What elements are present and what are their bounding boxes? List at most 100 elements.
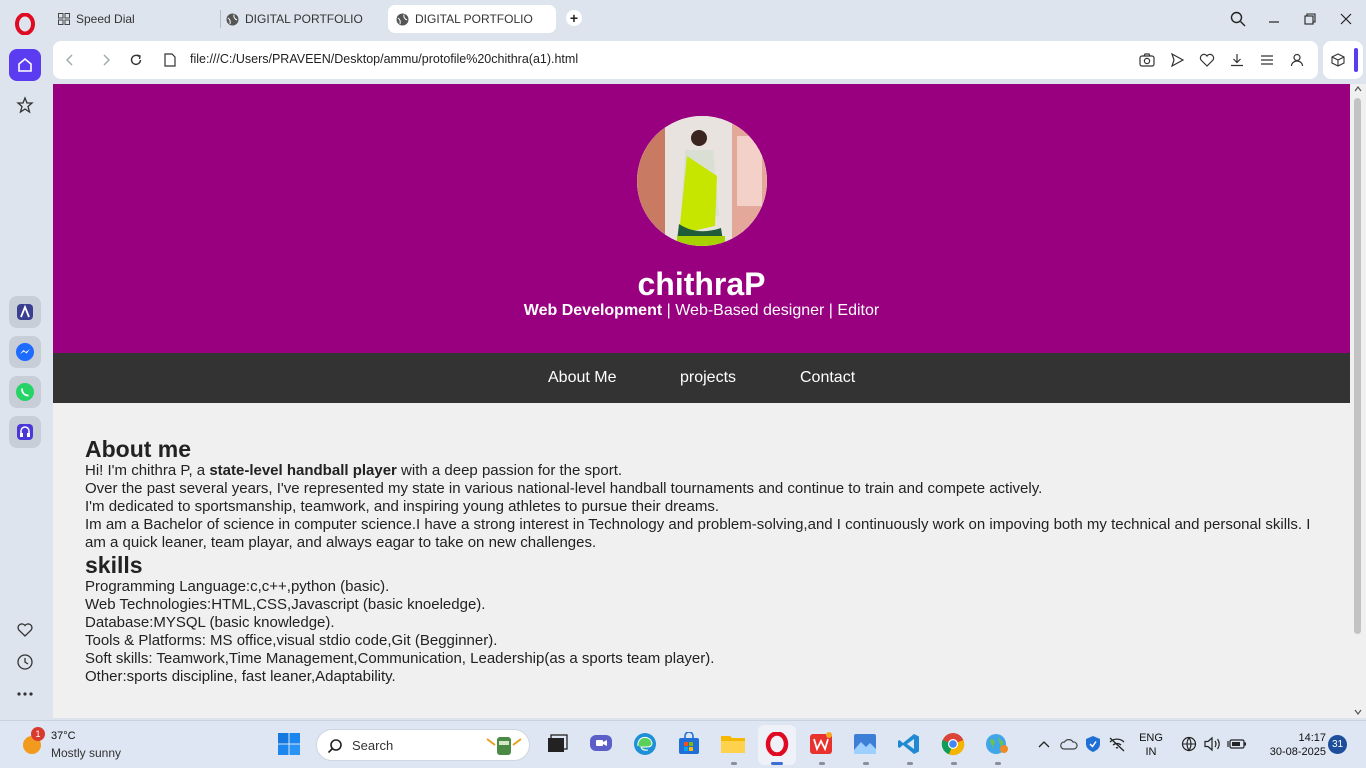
page-scrollbar[interactable] <box>1350 84 1366 718</box>
running-indicator <box>907 762 913 765</box>
page-viewport: chithraP Web Development | Web-Based des… <box>53 84 1350 718</box>
search-highlight-icon <box>486 737 522 755</box>
close-window-button[interactable] <box>1336 9 1356 29</box>
store-icon[interactable] <box>676 731 702 757</box>
globe-icon <box>396 13 409 25</box>
language-code: ENG <box>1139 732 1163 744</box>
send-icon[interactable] <box>1168 51 1186 69</box>
task-view-icon[interactable] <box>544 731 570 757</box>
about-line-1: Hi! I'm chithra P, a state-level handbal… <box>85 462 1325 480</box>
about-heading: About me <box>85 436 192 462</box>
tab-search-icon[interactable] <box>1228 9 1248 29</box>
nav-projects[interactable]: projects <box>680 369 736 387</box>
about-text: with a deep passion for the sport. <box>396 462 623 479</box>
opera-taskbar-icon[interactable] <box>764 731 790 757</box>
whatsapp-icon[interactable] <box>9 376 41 408</box>
nav-about-me[interactable]: About Me <box>548 369 616 387</box>
nav-contact[interactable]: Contact <box>800 369 855 387</box>
wps-office-icon[interactable] <box>808 731 834 757</box>
notification-count-badge[interactable]: 31 <box>1328 735 1347 754</box>
address-bar: file:///C:/Users/PRAVEEN/Desktop/ammu/pr… <box>53 41 1318 79</box>
browser-sidebar <box>0 0 50 718</box>
sidebar-toggle-indicator[interactable] <box>1354 48 1358 72</box>
running-indicator <box>863 762 869 765</box>
skill-item: Database:MYSQL (basic knowledge). <box>85 614 335 631</box>
tab-speed-dial[interactable]: Speed Dial <box>50 5 143 33</box>
file-page-icon <box>161 51 179 69</box>
file-explorer-icon[interactable] <box>720 731 746 757</box>
teams-chat-icon[interactable] <box>588 731 614 757</box>
taskbar-search-box[interactable]: Search <box>316 729 530 761</box>
minimize-button[interactable] <box>1264 9 1284 29</box>
running-indicator <box>819 762 825 765</box>
running-indicator <box>995 762 1001 765</box>
favorite-heart-icon[interactable] <box>1198 51 1216 69</box>
tab-digital-portfolio-1[interactable]: DIGITAL PORTFOLIO <box>218 5 371 33</box>
security-shield-icon[interactable] <box>1082 731 1104 757</box>
clock[interactable]: 14:17 30-08-2025 <box>1256 731 1326 759</box>
about-bold-text: state-level handball player <box>209 462 397 479</box>
messenger-icon[interactable] <box>9 336 41 368</box>
subtitle-rest: | Web-Based designer | Editor <box>662 302 880 319</box>
scroll-down-icon[interactable] <box>1354 709 1362 715</box>
weather-temp: 37°C <box>51 730 76 742</box>
language-globe-icon[interactable] <box>1178 731 1200 757</box>
scroll-thumb[interactable] <box>1354 98 1361 634</box>
skill-item: Other:sports discipline, fast leaner,Ada… <box>85 668 396 685</box>
back-icon[interactable] <box>61 51 79 69</box>
running-indicator <box>731 762 737 765</box>
page-nav-menu: About Me projects Contact <box>53 353 1350 403</box>
favorites-heart-icon[interactable] <box>9 614 41 646</box>
tab-label: Speed Dial <box>76 12 135 26</box>
battery-icon[interactable] <box>1226 731 1248 757</box>
tab-digital-portfolio-2[interactable]: DIGITAL PORTFOLIO <box>388 5 556 33</box>
language-region: IN <box>1145 746 1157 758</box>
snapshot-camera-icon[interactable] <box>1138 51 1156 69</box>
skill-item: Soft skills: Teamwork,Time Management,Co… <box>85 650 715 667</box>
about-line-4: Im am a Bachelor of science in computer … <box>85 516 1311 551</box>
weather-badge: 1 <box>31 727 45 741</box>
network-off-icon[interactable] <box>1106 731 1128 757</box>
active-indicator <box>771 762 783 765</box>
show-hidden-icons-chevron[interactable] <box>1034 731 1054 757</box>
extensions-cube-icon[interactable] <box>1329 51 1347 69</box>
opera-menu-icon[interactable] <box>9 8 41 40</box>
volume-icon[interactable] <box>1202 731 1224 757</box>
about-line-3: I'm dedicated to sportsmanship, teamwork… <box>85 498 720 515</box>
tab-label: DIGITAL PORTFOLIO <box>415 12 533 26</box>
url-text[interactable]: file:///C:/Users/PRAVEEN/Desktop/ammu/pr… <box>190 52 578 66</box>
home-icon[interactable] <box>9 49 41 81</box>
about-text: Hi! I'm chithra P, a <box>85 462 210 479</box>
speed-dial-icon <box>58 13 70 25</box>
forward-icon[interactable] <box>97 51 115 69</box>
skill-item: Web Technologies:HTML,CSS,Javascript (ba… <box>85 596 486 613</box>
weather-widget[interactable]: 1 37°C Mostly sunny <box>20 727 150 763</box>
skills-heading: skills <box>85 552 143 578</box>
download-icon[interactable] <box>1228 51 1246 69</box>
music-player-icon[interactable] <box>9 416 41 448</box>
windows-start-icon[interactable] <box>276 731 302 757</box>
onedrive-icon[interactable] <box>1058 731 1080 757</box>
page-content: About me Hi! I'm chithra P, a state-leve… <box>85 436 1325 686</box>
subtitle-highlight: Web Development <box>523 302 663 319</box>
vscode-icon[interactable] <box>896 731 922 757</box>
more-options-icon[interactable] <box>9 678 41 710</box>
search-placeholder: Search <box>352 738 394 753</box>
maps-globe-icon[interactable] <box>984 731 1010 757</box>
chrome-icon[interactable] <box>940 731 966 757</box>
scroll-up-icon[interactable] <box>1354 86 1362 92</box>
input-language[interactable]: ENG IN <box>1136 731 1166 759</box>
bookmarks-star-icon[interactable] <box>9 89 41 121</box>
reload-icon[interactable] <box>127 51 145 69</box>
new-tab-button[interactable]: + <box>566 10 582 26</box>
easy-setup-icon[interactable] <box>1258 51 1276 69</box>
edge-icon[interactable] <box>632 731 658 757</box>
skill-item: Programming Language:c,c++,python (basic… <box>85 578 390 595</box>
running-indicator <box>951 762 957 765</box>
profile-icon[interactable] <box>1288 51 1306 69</box>
history-clock-icon[interactable] <box>9 646 41 678</box>
restore-button[interactable] <box>1300 9 1320 29</box>
photos-icon[interactable] <box>852 731 878 757</box>
aria-ai-icon[interactable] <box>9 296 41 328</box>
skill-item: Tools & Platforms: MS office,visual stdi… <box>85 632 498 649</box>
